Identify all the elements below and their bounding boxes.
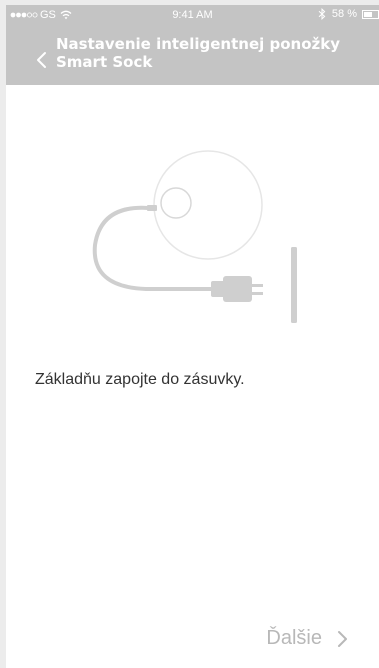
app-screen: GS 9:41 AM 58 % Nastavenie inteligentnej… xyxy=(6,5,379,668)
next-button-label: Ďalšie xyxy=(266,627,322,649)
instruction-text: Základňu zapojte do zásuvky. xyxy=(35,371,245,388)
chevron-right-icon xyxy=(338,630,347,647)
base-station-plug-icon xyxy=(92,150,297,323)
base-station-button xyxy=(160,187,192,219)
next-button[interactable]: Ďalšie xyxy=(266,627,350,650)
sock-base-graphic xyxy=(153,150,263,260)
wall-outlet xyxy=(291,247,297,323)
power-plug xyxy=(211,276,263,302)
